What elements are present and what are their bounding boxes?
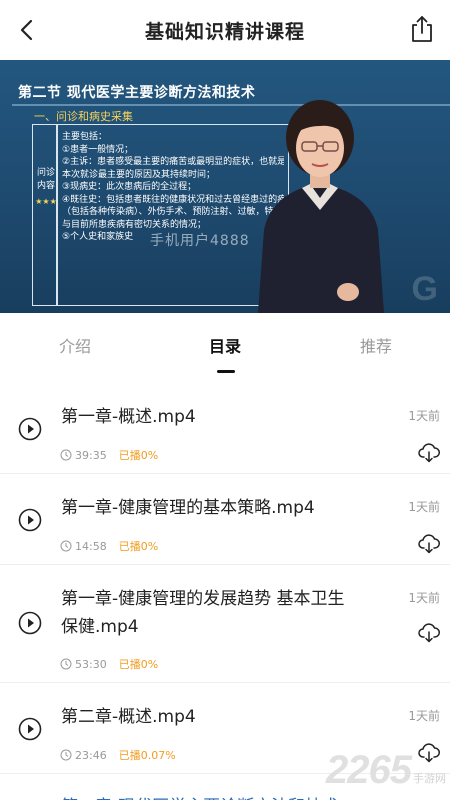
play-icon[interactable] xyxy=(18,611,42,635)
lesson-progress: 已播0% xyxy=(118,449,159,462)
clock-icon xyxy=(60,540,72,552)
lesson-item[interactable]: 第一章-健康管理的基本策略.mp4 1天前 14:58 已播0% xyxy=(0,474,450,565)
active-tab-indicator xyxy=(217,370,235,373)
slide-title: 第二节 现代医学主要诊断方法和技术 xyxy=(18,85,256,101)
site-watermark: 2265 手游网 xyxy=(326,750,446,790)
presenter-figure xyxy=(258,100,384,313)
lesson-time-ago: 1天前 xyxy=(408,591,440,605)
lesson-duration: 39:35 xyxy=(75,448,107,462)
play-icon[interactable] xyxy=(18,508,42,532)
back-arrow-icon[interactable] xyxy=(14,16,42,44)
slide-subtitle: 一、问诊和病史采集 xyxy=(34,110,133,123)
tab-bar: 介绍 目录 推荐 xyxy=(0,313,450,383)
lesson-time-ago: 1天前 xyxy=(408,709,440,723)
site-watermark-number: 2265 xyxy=(326,748,412,792)
clock-icon xyxy=(60,449,72,461)
tab-catalog[interactable]: 目录 xyxy=(209,333,241,357)
share-icon[interactable] xyxy=(408,14,436,44)
clock-icon xyxy=(60,658,72,670)
lesson-item[interactable]: 第一章-概述.mp4 1天前 39:35 已播0% xyxy=(0,383,450,474)
lesson-name: 第一章-概述.mp4 xyxy=(61,407,196,427)
lesson-meta: 23:46 已播0.07% xyxy=(60,747,176,763)
lesson-meta: 39:35 已播0% xyxy=(60,447,158,463)
site-watermark-text: 手游网 xyxy=(413,772,446,785)
slide-stars: ★★★ xyxy=(35,197,57,206)
lesson-meta: 14:58 已播0% xyxy=(60,538,158,554)
lesson-progress: 已播0% xyxy=(118,658,159,671)
tab-intro[interactable]: 介绍 xyxy=(59,333,91,357)
slide-side-cell: 问诊内容 ★★★ xyxy=(32,124,57,306)
slide-side-label: 问诊内容 xyxy=(36,168,55,191)
lesson-meta: 53:30 已播0% xyxy=(60,656,158,672)
lesson-name: 第一章-健康管理的基本策略.mp4 xyxy=(61,498,315,518)
lesson-time-ago: 1天前 xyxy=(408,409,440,423)
top-bar: 基础知识精讲课程 xyxy=(0,0,450,60)
lesson-time-ago: 1天前 xyxy=(408,500,440,514)
video-player[interactable]: 第二节 现代医学主要诊断方法和技术 一、问诊和病史采集 问诊内容 ★★★ 主要包… xyxy=(0,60,450,313)
download-icon[interactable] xyxy=(418,623,440,643)
lesson-name: 第一章-健康管理的发展趋势 基本卫生保健.mp4 xyxy=(61,589,345,637)
lesson-duration: 23:46 xyxy=(75,748,107,762)
video-logo-watermark: G xyxy=(411,270,438,308)
lesson-name-partial[interactable]: 第二章-现代医学主要诊断方法和技术 xyxy=(61,792,339,800)
lesson-progress: 已播0.07% xyxy=(118,749,176,762)
lesson-duration: 14:58 xyxy=(75,539,107,553)
lesson-list: 第一章-概述.mp4 1天前 39:35 已播0% 第一章-健康管理的基本策略.… xyxy=(0,383,450,774)
download-icon[interactable] xyxy=(418,443,440,463)
play-icon[interactable] xyxy=(18,417,42,441)
download-icon[interactable] xyxy=(418,534,440,554)
lesson-name: 第二章-概述.mp4 xyxy=(61,707,196,727)
page-title: 基础知识精讲课程 xyxy=(144,20,305,43)
video-watermark: 手机用户4888 xyxy=(150,233,250,249)
play-icon[interactable] xyxy=(18,717,42,741)
lesson-duration: 53:30 xyxy=(75,657,107,671)
lesson-item[interactable]: 第一章-健康管理的发展趋势 基本卫生保健.mp4 1天前 53:30 已播0% xyxy=(0,565,450,683)
tab-recommend[interactable]: 推荐 xyxy=(360,333,392,357)
lesson-progress: 已播0% xyxy=(118,540,159,553)
clock-icon xyxy=(60,749,72,761)
